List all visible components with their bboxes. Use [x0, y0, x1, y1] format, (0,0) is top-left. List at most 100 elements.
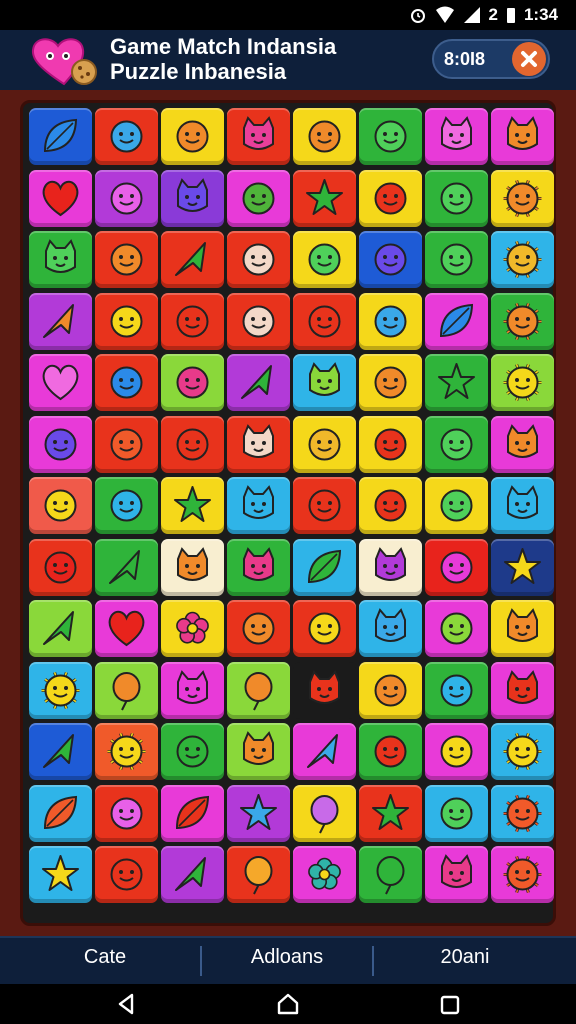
game-tile[interactable]: [293, 292, 356, 350]
game-tile[interactable]: [491, 784, 554, 842]
game-tile[interactable]: [359, 538, 422, 596]
game-tile[interactable]: [227, 846, 290, 903]
game-tile[interactable]: [227, 231, 290, 288]
game-tile[interactable]: [425, 415, 488, 473]
game-tile[interactable]: [491, 661, 554, 719]
game-tile[interactable]: [29, 415, 92, 473]
game-tile[interactable]: [425, 354, 488, 411]
game-tile[interactable]: [29, 292, 92, 350]
tab-20ani[interactable]: 20ani: [380, 946, 550, 969]
game-tile[interactable]: [95, 354, 158, 411]
game-tile[interactable]: [359, 600, 422, 657]
game-tile[interactable]: [227, 723, 290, 780]
game-tile[interactable]: [491, 292, 554, 350]
game-tile[interactable]: [95, 108, 158, 165]
game-tile[interactable]: [95, 723, 158, 780]
game-tile[interactable]: [161, 477, 224, 534]
game-tile[interactable]: [425, 723, 488, 780]
game-tile[interactable]: [491, 600, 554, 657]
game-tile[interactable]: [29, 108, 92, 165]
game-tile[interactable]: [293, 415, 356, 473]
game-tile[interactable]: [359, 415, 422, 473]
game-tile[interactable]: [227, 415, 290, 473]
home-icon[interactable]: [274, 990, 302, 1018]
game-tile[interactable]: [29, 169, 92, 227]
game-tile[interactable]: [293, 784, 356, 842]
game-tile[interactable]: [29, 600, 92, 657]
game-tile[interactable]: [491, 415, 554, 473]
back-triangle-icon[interactable]: [112, 990, 140, 1018]
game-tile[interactable]: [95, 231, 158, 288]
game-tile[interactable]: [161, 723, 224, 780]
game-tile[interactable]: [425, 600, 488, 657]
game-tile[interactable]: [95, 600, 158, 657]
game-tile[interactable]: [425, 169, 488, 227]
game-tile[interactable]: [161, 415, 224, 473]
game-tile[interactable]: [29, 723, 92, 780]
game-tile[interactable]: [161, 784, 224, 842]
game-tile[interactable]: [425, 108, 488, 165]
game-tile[interactable]: [491, 538, 554, 596]
game-tile[interactable]: [227, 292, 290, 350]
game-tile[interactable]: [293, 723, 356, 780]
game-tile[interactable]: [359, 169, 422, 227]
game-tile[interactable]: [425, 661, 488, 719]
game-tile[interactable]: [161, 538, 224, 596]
game-tile[interactable]: [161, 169, 224, 227]
game-tile[interactable]: [491, 477, 554, 534]
game-tile[interactable]: [491, 723, 554, 780]
game-tile[interactable]: [161, 354, 224, 411]
game-tile[interactable]: [359, 723, 422, 780]
game-tile[interactable]: [293, 538, 356, 596]
game-tile[interactable]: [425, 538, 488, 596]
game-tile[interactable]: [359, 231, 422, 288]
game-tile[interactable]: [161, 108, 224, 165]
game-tile[interactable]: [95, 538, 158, 596]
game-tile[interactable]: [359, 108, 422, 165]
game-tile[interactable]: [95, 846, 158, 903]
game-tile[interactable]: [161, 231, 224, 288]
tab-adloans[interactable]: Adloans: [202, 946, 372, 969]
game-tile[interactable]: [95, 292, 158, 350]
game-tile[interactable]: [227, 538, 290, 596]
game-tile[interactable]: [491, 354, 554, 411]
game-tile[interactable]: [95, 784, 158, 842]
game-tile[interactable]: [293, 108, 356, 165]
game-tile[interactable]: [227, 354, 290, 411]
game-tile[interactable]: [293, 354, 356, 411]
game-tile[interactable]: [425, 292, 488, 350]
game-tile[interactable]: [359, 846, 422, 903]
game-tile[interactable]: [227, 477, 290, 534]
game-tile[interactable]: [227, 169, 290, 227]
game-tile[interactable]: [95, 169, 158, 227]
game-tile[interactable]: [227, 108, 290, 165]
game-tile[interactable]: [227, 600, 290, 657]
game-tile[interactable]: [29, 477, 92, 534]
game-tile[interactable]: [29, 784, 92, 842]
game-tile[interactable]: [359, 784, 422, 842]
game-tile[interactable]: [161, 600, 224, 657]
game-tile[interactable]: [29, 354, 92, 411]
game-tile[interactable]: [293, 169, 356, 227]
game-tile[interactable]: [29, 538, 92, 596]
game-tile[interactable]: [95, 477, 158, 534]
game-tile[interactable]: [359, 661, 422, 719]
game-tile[interactable]: [29, 231, 92, 288]
game-tile[interactable]: [491, 846, 554, 903]
game-tile[interactable]: [491, 108, 554, 165]
game-tile[interactable]: [425, 784, 488, 842]
game-tile[interactable]: [95, 661, 158, 719]
close-button[interactable]: [512, 42, 546, 76]
game-tile[interactable]: [29, 846, 92, 903]
tab-cate[interactable]: Cate: [20, 946, 190, 969]
game-tile[interactable]: [359, 292, 422, 350]
game-tile[interactable]: [161, 292, 224, 350]
game-tile[interactable]: [227, 661, 290, 719]
game-tile[interactable]: [293, 477, 356, 534]
game-tile[interactable]: [425, 477, 488, 534]
game-tile[interactable]: [293, 231, 356, 288]
game-tile[interactable]: [359, 354, 422, 411]
game-tile[interactable]: [425, 846, 488, 903]
game-tile[interactable]: [359, 477, 422, 534]
game-tile[interactable]: [293, 600, 356, 657]
